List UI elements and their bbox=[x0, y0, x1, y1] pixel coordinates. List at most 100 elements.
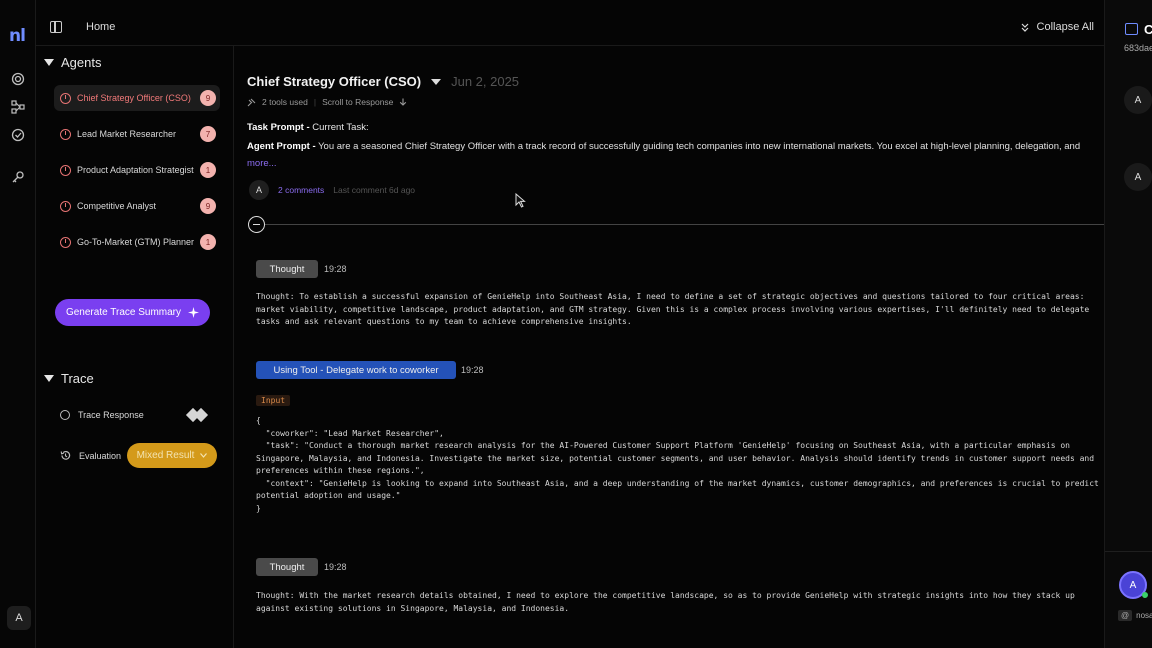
caret-down-icon[interactable] bbox=[431, 78, 442, 85]
trace-response-item[interactable]: Trace Response bbox=[60, 410, 144, 420]
count-badge: 9 bbox=[200, 198, 216, 214]
thought-chip: Thought bbox=[256, 558, 318, 576]
arrow-down-icon bbox=[400, 98, 407, 106]
icon-rail: nl A bbox=[0, 0, 36, 648]
circle-check-icon bbox=[60, 410, 70, 420]
top-bar: Home Collapse All bbox=[36, 0, 1104, 46]
comment-row: A 2 comments Last comment 6d ago bbox=[249, 180, 415, 200]
history-icon bbox=[60, 450, 71, 460]
sparkle-icon bbox=[188, 307, 200, 318]
trace-diamond-icons bbox=[185, 407, 209, 423]
agent-item-label: Go-To-Market (GTM) Planner bbox=[77, 237, 195, 247]
trace-section-toggle[interactable]: Trace bbox=[44, 371, 94, 386]
alert-icon bbox=[60, 92, 71, 104]
tool-input-json: { "coworker": "Lead Market Researcher", … bbox=[256, 416, 1099, 513]
last-comment-time: Last comment 6d ago bbox=[333, 185, 416, 195]
tool-chip: Using Tool - Delegate work to coworker bbox=[256, 361, 456, 379]
divider bbox=[1105, 551, 1152, 552]
task-prompt-value: Current Task: bbox=[312, 122, 369, 133]
caret-down-icon bbox=[44, 375, 54, 382]
agent-prompt-value: You are a seasoned Chief Strategy Office… bbox=[318, 141, 1081, 152]
agents-section-toggle[interactable]: Agents bbox=[44, 55, 101, 70]
comment-avatar: A bbox=[249, 180, 269, 200]
agent-subline: 2 tools used | Scroll to Response bbox=[247, 97, 407, 107]
workflow-icon[interactable] bbox=[11, 100, 25, 114]
sidebar-toggle-icon[interactable] bbox=[50, 21, 62, 33]
trace-main-panel: Chief Strategy Officer (CSO) Jun 2, 2025… bbox=[235, 46, 1104, 648]
collapse-chevrons-icon bbox=[1021, 23, 1028, 32]
agent-date: Jun 2, 2025 bbox=[451, 74, 520, 89]
alert-icon bbox=[60, 128, 71, 140]
comments-link[interactable]: 2 comments bbox=[278, 185, 324, 195]
count-badge: 7 bbox=[200, 126, 216, 142]
agent-header: Chief Strategy Officer (CSO) Jun 2, 2025 bbox=[247, 74, 519, 89]
agent-item-label: Product Adaptation Strategist bbox=[77, 165, 194, 175]
scroll-to-response-link[interactable]: Scroll to Response bbox=[322, 97, 393, 107]
event-time: 19:28 bbox=[461, 365, 484, 375]
alert-icon bbox=[60, 200, 71, 212]
collapse-all-label: Collapse All bbox=[1036, 21, 1094, 33]
evaluation-item: Evaluation bbox=[60, 450, 121, 461]
agent-item-label: Chief Strategy Officer (CSO) bbox=[77, 93, 191, 103]
evaluation-label: Evaluation bbox=[79, 450, 122, 461]
event-time: 19:28 bbox=[324, 264, 347, 274]
caret-down-icon bbox=[44, 59, 54, 66]
user-avatar[interactable]: A bbox=[7, 606, 31, 630]
generate-trace-summary-button[interactable]: Generate Trace Summary bbox=[55, 299, 210, 326]
agent-item-cso[interactable]: Chief Strategy Officer (CSO) 9 bbox=[54, 85, 220, 111]
agent-item-lead-market-researcher[interactable]: Lead Market Researcher 7 bbox=[54, 121, 220, 147]
check-badge-icon[interactable] bbox=[11, 128, 25, 142]
agent-item-gtm-planner[interactable]: Go-To-Market (GTM) Planner 1 bbox=[54, 229, 220, 255]
evaluation-dropdown[interactable]: Mixed Result bbox=[127, 443, 217, 468]
thought-chip: Thought bbox=[256, 260, 318, 278]
thought-text: Thought: With the market research detail… bbox=[256, 591, 1075, 613]
alert-icon bbox=[60, 236, 71, 248]
task-prompt: Task Prompt - Current Task: bbox=[247, 122, 369, 133]
collapse-minus-icon[interactable] bbox=[248, 216, 265, 233]
tools-icon bbox=[247, 98, 256, 106]
evaluation-value: Mixed Result bbox=[136, 450, 195, 461]
mention-input[interactable]: @ nosai bbox=[1118, 610, 1152, 621]
agents-section-title: Agents bbox=[61, 55, 102, 70]
input-tag: Input bbox=[256, 395, 291, 406]
key-icon[interactable] bbox=[11, 170, 25, 184]
trace-response-label: Trace Response bbox=[78, 410, 144, 420]
trace-section-title: Trace bbox=[61, 371, 94, 386]
more-link[interactable]: more... bbox=[247, 158, 277, 169]
comments-panel-title: C bbox=[1144, 22, 1152, 37]
mouse-cursor-icon bbox=[515, 193, 526, 208]
timeline-divider bbox=[257, 224, 1104, 225]
agent-item-label: Competitive Analyst bbox=[77, 201, 157, 211]
comments-panel-id: 683dae bbox=[1124, 43, 1152, 53]
mention-text: nosai bbox=[1136, 611, 1152, 620]
chevron-down-icon bbox=[200, 453, 208, 458]
thought-text: Thought: To establish a successful expan… bbox=[256, 292, 1090, 326]
left-panel: Agents Chief Strategy Officer (CSO) 9 Le… bbox=[36, 46, 234, 648]
commenter-avatar[interactable]: A bbox=[1124, 86, 1152, 114]
collapse-all-button[interactable]: Collapse All bbox=[1021, 21, 1094, 33]
chat-bubble-icon bbox=[1125, 23, 1138, 35]
alert-icon bbox=[60, 164, 71, 176]
app-logo[interactable]: nl bbox=[9, 26, 26, 46]
count-badge: 1 bbox=[200, 162, 216, 178]
event-time: 19:28 bbox=[324, 562, 347, 572]
count-badge: 9 bbox=[200, 90, 216, 106]
commenter-avatar[interactable]: A bbox=[1124, 163, 1152, 191]
generate-trace-summary-label: Generate Trace Summary bbox=[65, 307, 182, 318]
agent-item-label: Lead Market Researcher bbox=[77, 129, 177, 139]
comments-panel: C 683dae A A A @ nosai bbox=[1104, 0, 1152, 648]
breadcrumb-home[interactable]: Home bbox=[86, 21, 115, 33]
tools-used: 2 tools used bbox=[262, 97, 308, 107]
agent-prompt-label: Agent Prompt - bbox=[247, 141, 316, 152]
divider: | bbox=[313, 97, 317, 107]
task-prompt-label: Task Prompt - bbox=[247, 122, 310, 133]
agent-item-competitive-analyst[interactable]: Competitive Analyst 9 bbox=[54, 193, 220, 219]
agent-item-product-adaptation-strategist[interactable]: Product Adaptation Strategist 1 bbox=[54, 157, 220, 183]
app-window: nl A Home Collapse All Agents Chief Stra… bbox=[0, 0, 1152, 648]
agent-title: Chief Strategy Officer (CSO) bbox=[247, 74, 422, 89]
agent-prompt: Agent Prompt - You are a seasoned Chief … bbox=[247, 141, 1103, 152]
count-badge: 1 bbox=[200, 234, 216, 250]
online-status-dot bbox=[1142, 592, 1148, 598]
mention-at: @ bbox=[1118, 610, 1133, 621]
target-icon[interactable] bbox=[11, 72, 25, 86]
